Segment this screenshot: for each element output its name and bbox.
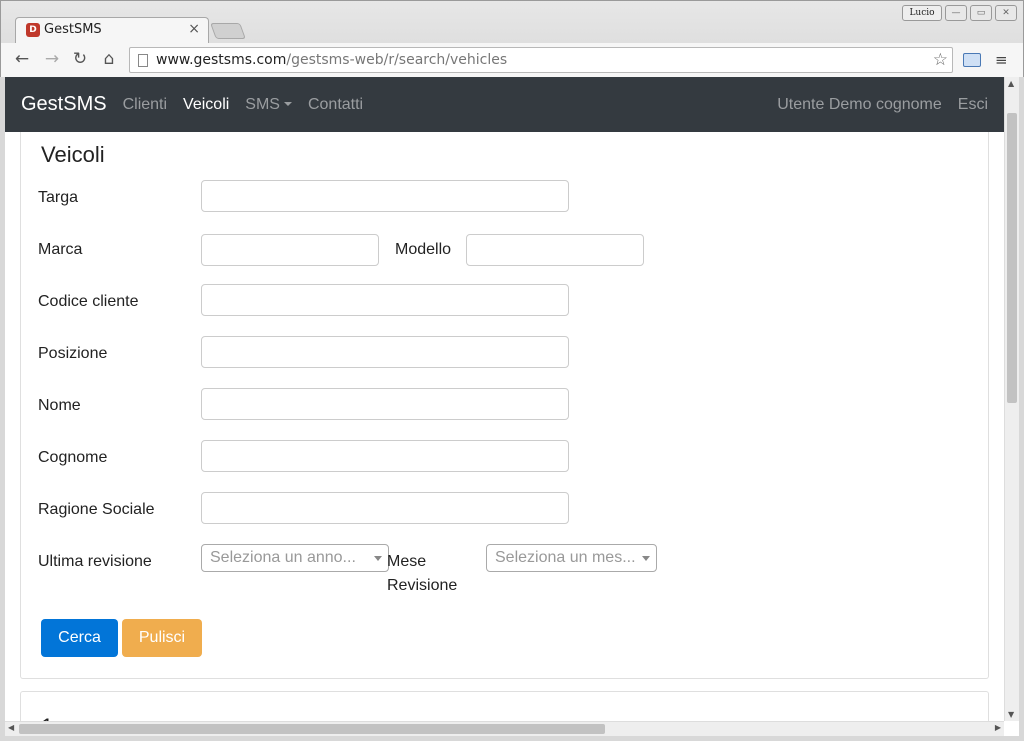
marca-input[interactable] xyxy=(201,234,379,266)
window-controls: Lucio — ▭ ✕ xyxy=(902,5,1017,21)
nav-link-sms[interactable]: SMS xyxy=(245,96,292,114)
scroll-up-icon[interactable]: ▲ xyxy=(1008,79,1014,88)
vertical-scroll-thumb[interactable] xyxy=(1007,113,1017,403)
search-button[interactable]: Cerca xyxy=(41,619,118,657)
tab-title: GestSMS xyxy=(44,22,102,37)
window-frame-right xyxy=(1019,77,1024,737)
results-card: 1 xyxy=(20,691,989,721)
page-viewport: GestSMS Clienti Veicoli SMS Contatti Ute… xyxy=(5,77,1004,721)
label-modello: Modello xyxy=(395,241,452,258)
label-ultima-revisione: Ultima revisione xyxy=(38,553,152,570)
top-navbar: GestSMS Clienti Veicoli SMS Contatti Ute… xyxy=(5,77,1004,132)
mese-select[interactable]: Seleziona un mes... xyxy=(486,544,657,572)
nav-link-contatti[interactable]: Contatti xyxy=(308,96,363,114)
ragione-sociale-input[interactable] xyxy=(201,492,569,524)
page-icon xyxy=(138,54,148,67)
tab-close-icon[interactable]: × xyxy=(188,21,200,37)
modello-input[interactable] xyxy=(466,234,644,266)
home-icon[interactable]: ⌂ xyxy=(98,48,120,70)
label-nome: Nome xyxy=(38,397,81,414)
window-frame-bottom xyxy=(0,736,1024,741)
label-posizione: Posizione xyxy=(38,345,108,362)
cognome-input[interactable] xyxy=(201,440,569,472)
forward-arrow-icon[interactable]: → xyxy=(41,48,63,70)
label-cognome: Cognome xyxy=(38,449,108,466)
dropdown-arrow-icon xyxy=(374,556,382,561)
label-mese-line2: Revisione xyxy=(387,577,458,594)
clear-button[interactable]: Pulisci xyxy=(122,619,202,657)
mese-select-placeholder: Seleziona un mes... xyxy=(495,549,636,566)
page-title: Veicoli xyxy=(41,142,105,167)
search-card: Veicoli Targa Marca Modello Codice clien… xyxy=(20,132,989,679)
scroll-down-icon[interactable]: ▼ xyxy=(1008,710,1014,719)
label-mese-revisione: Mese Revisione xyxy=(387,550,457,598)
label-codice-cliente: Codice cliente xyxy=(38,293,139,310)
navbar-right: Utente Demo cognome Esci xyxy=(761,96,988,114)
browser-tab[interactable]: D GestSMS × xyxy=(15,17,209,43)
browser-chrome: D GestSMS × Lucio — ▭ ✕ ← → ↻ ⌂ www.gest… xyxy=(0,0,1024,77)
bookmark-star-icon[interactable]: ☆ xyxy=(933,50,948,70)
posizione-input[interactable] xyxy=(201,336,569,368)
scroll-right-icon[interactable]: ▶ xyxy=(995,723,1001,732)
label-marca: Marca xyxy=(38,241,83,258)
scroll-left-icon[interactable]: ◀ xyxy=(8,723,14,732)
back-arrow-icon[interactable]: ← xyxy=(11,48,33,70)
close-window-icon[interactable]: ✕ xyxy=(995,5,1017,21)
minimize-icon[interactable]: — xyxy=(945,5,967,21)
window-user-badge[interactable]: Lucio xyxy=(902,5,942,21)
navbar-brand[interactable]: GestSMS xyxy=(21,93,107,116)
results-heading: 1 xyxy=(41,714,53,721)
label-mese-line1: Mese xyxy=(387,553,427,570)
codice-cliente-input[interactable] xyxy=(201,284,569,316)
nav-link-clienti[interactable]: Clienti xyxy=(123,96,167,114)
anno-select-placeholder: Seleziona un anno... xyxy=(210,549,356,566)
reload-icon[interactable]: ↻ xyxy=(69,48,91,70)
extension-icon[interactable] xyxy=(963,53,981,67)
address-bar[interactable]: www.gestsms.com/gestsms-web/r/search/veh… xyxy=(129,47,953,73)
browser-menu-icon[interactable]: ≡ xyxy=(995,51,1009,69)
anno-select[interactable]: Seleziona un anno... xyxy=(201,544,389,572)
nome-input[interactable] xyxy=(201,388,569,420)
nav-link-veicoli[interactable]: Veicoli xyxy=(183,96,229,114)
new-tab-button[interactable] xyxy=(210,23,246,39)
caret-down-icon xyxy=(283,102,292,107)
label-ragione-sociale: Ragione Sociale xyxy=(38,501,155,518)
dropdown-arrow-icon xyxy=(642,556,650,561)
nav-user[interactable]: Utente Demo cognome xyxy=(777,96,942,114)
nav-link-sms-label: SMS xyxy=(245,95,280,113)
horizontal-scrollbar[interactable]: ◀ ▶ xyxy=(5,721,1004,736)
nav-logout[interactable]: Esci xyxy=(958,96,988,114)
url-domain: www.gestsms.com xyxy=(156,52,287,68)
horizontal-scroll-thumb[interactable] xyxy=(19,724,605,734)
url-path: /gestsms-web/r/search/vehicles xyxy=(286,52,508,68)
browser-toolbar: ← → ↻ ⌂ www.gestsms.com/gestsms-web/r/se… xyxy=(1,43,1023,77)
label-targa: Targa xyxy=(38,189,79,206)
gestsms-favicon-icon: D xyxy=(26,23,40,37)
targa-input[interactable] xyxy=(201,180,569,212)
vertical-scrollbar[interactable]: ▲ ▼ xyxy=(1004,77,1019,721)
maximize-icon[interactable]: ▭ xyxy=(970,5,992,21)
